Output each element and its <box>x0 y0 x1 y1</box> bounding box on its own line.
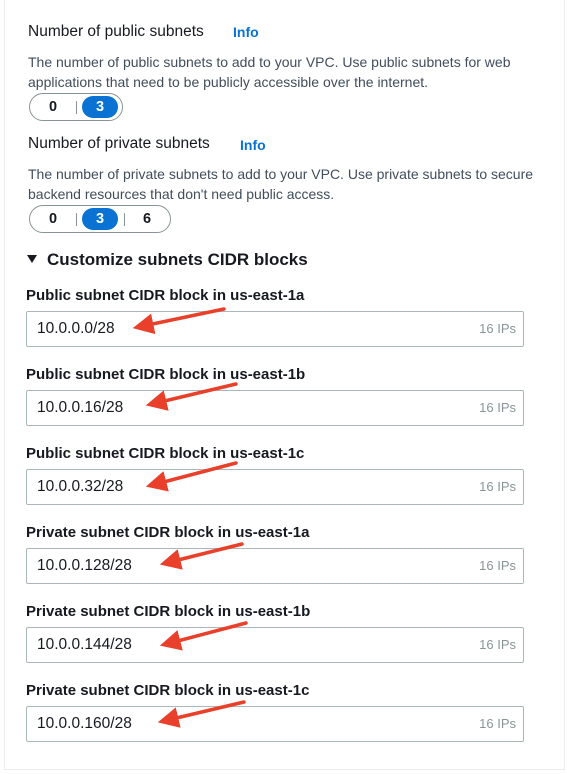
private-subnets-segmented-control: 0 3 6 <box>29 205 171 233</box>
private-subnets-heading: Number of private subnets <box>28 135 210 152</box>
public-subnets-heading: Number of public subnets <box>28 23 204 40</box>
cidr-input-value: 10.0.0.16/28 <box>37 399 124 416</box>
cidr-ip-count: 16 IPs <box>479 321 516 336</box>
cidr-ip-count: 16 IPs <box>479 479 516 494</box>
cidr-input-value: 10.0.0.32/28 <box>37 478 124 495</box>
cidr-input-public-1c[interactable]: 10.0.0.32/28 16 IPs <box>26 469 524 505</box>
private-subnets-option-0[interactable]: 0 <box>36 208 70 230</box>
cidr-ip-count: 16 IPs <box>479 400 516 415</box>
cidr-input-private-1a[interactable]: 10.0.0.128/28 16 IPs <box>26 548 524 584</box>
segment-divider <box>124 213 125 226</box>
public-subnets-segmented-control: 0 3 <box>29 93 123 121</box>
cidr-ip-count: 16 IPs <box>479 558 516 573</box>
private-subnets-description: The number of private subnets to add to … <box>28 166 534 202</box>
cidr-input-value: 10.0.0.0/28 <box>37 320 115 337</box>
segment-divider <box>76 213 77 226</box>
cidr-field-label-private-1c: Private subnet CIDR block in us-east-1c <box>26 682 310 699</box>
cidr-input-value: 10.0.0.160/28 <box>37 715 132 732</box>
cidr-field-label-public-1b: Public subnet CIDR block in us-east-1b <box>26 366 306 383</box>
cidr-field-label-public-1c: Public subnet CIDR block in us-east-1c <box>26 445 305 462</box>
private-subnets-info-link[interactable]: Info <box>240 137 266 153</box>
public-subnets-option-3[interactable]: 3 <box>82 96 118 118</box>
cidr-input-private-1c[interactable]: 10.0.0.160/28 16 IPs <box>26 706 524 742</box>
cidr-ip-count: 16 IPs <box>479 637 516 652</box>
public-subnets-info-link[interactable]: Info <box>233 24 259 40</box>
cidr-input-value: 10.0.0.144/28 <box>37 636 132 653</box>
cidr-input-public-1b[interactable]: 10.0.0.16/28 16 IPs <box>26 390 524 426</box>
cidr-input-private-1b[interactable]: 10.0.0.144/28 16 IPs <box>26 627 524 663</box>
cidr-field-label-private-1a: Private subnet CIDR block in us-east-1a <box>26 524 310 541</box>
private-subnets-option-6[interactable]: 6 <box>130 208 164 230</box>
public-subnets-option-0[interactable]: 0 <box>36 96 70 118</box>
cidr-field-label-private-1b: Private subnet CIDR block in us-east-1b <box>26 603 311 620</box>
cidr-input-value: 10.0.0.128/28 <box>37 557 132 574</box>
caret-down-icon <box>27 255 37 263</box>
cidr-field-label-public-1a: Public subnet CIDR block in us-east-1a <box>26 287 305 304</box>
segment-divider <box>76 101 77 114</box>
public-subnets-description: The number of public subnets to add to y… <box>28 54 511 90</box>
private-subnets-option-3[interactable]: 3 <box>82 208 118 230</box>
customize-cidr-toggle[interactable]: Customize subnets CIDR blocks <box>27 250 308 270</box>
cidr-ip-count: 16 IPs <box>479 716 516 731</box>
customize-cidr-label: Customize subnets CIDR blocks <box>47 250 308 269</box>
cidr-input-public-1a[interactable]: 10.0.0.0/28 16 IPs <box>26 311 524 347</box>
